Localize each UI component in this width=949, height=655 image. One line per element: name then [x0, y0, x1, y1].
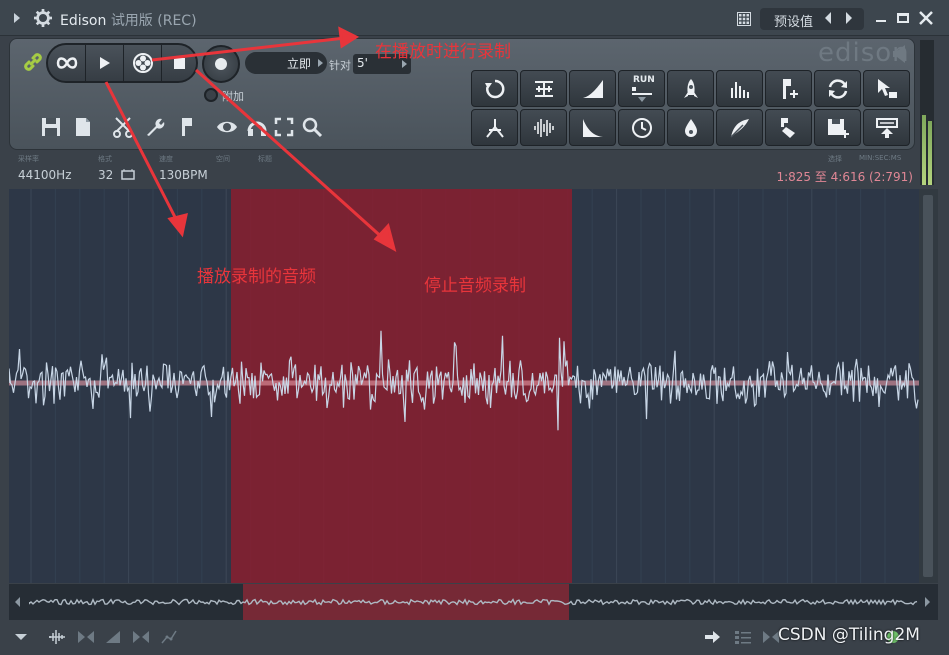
arrow-head — [167, 212, 188, 238]
annotation-record-while-playing: 在播放时进行录制 — [375, 42, 511, 62]
arrow-head — [373, 222, 397, 253]
annotation-play-recorded: 播放录制的音频 — [197, 267, 316, 287]
arrow-head — [338, 26, 360, 49]
annotation-arrows — [104, 26, 397, 253]
annotation-stop-recording: 停止音频录制 — [424, 276, 526, 296]
arrow-stop-recording — [194, 68, 387, 242]
arrow-record-while-playing — [151, 36, 346, 62]
arrow-play-recorded — [104, 81, 180, 224]
